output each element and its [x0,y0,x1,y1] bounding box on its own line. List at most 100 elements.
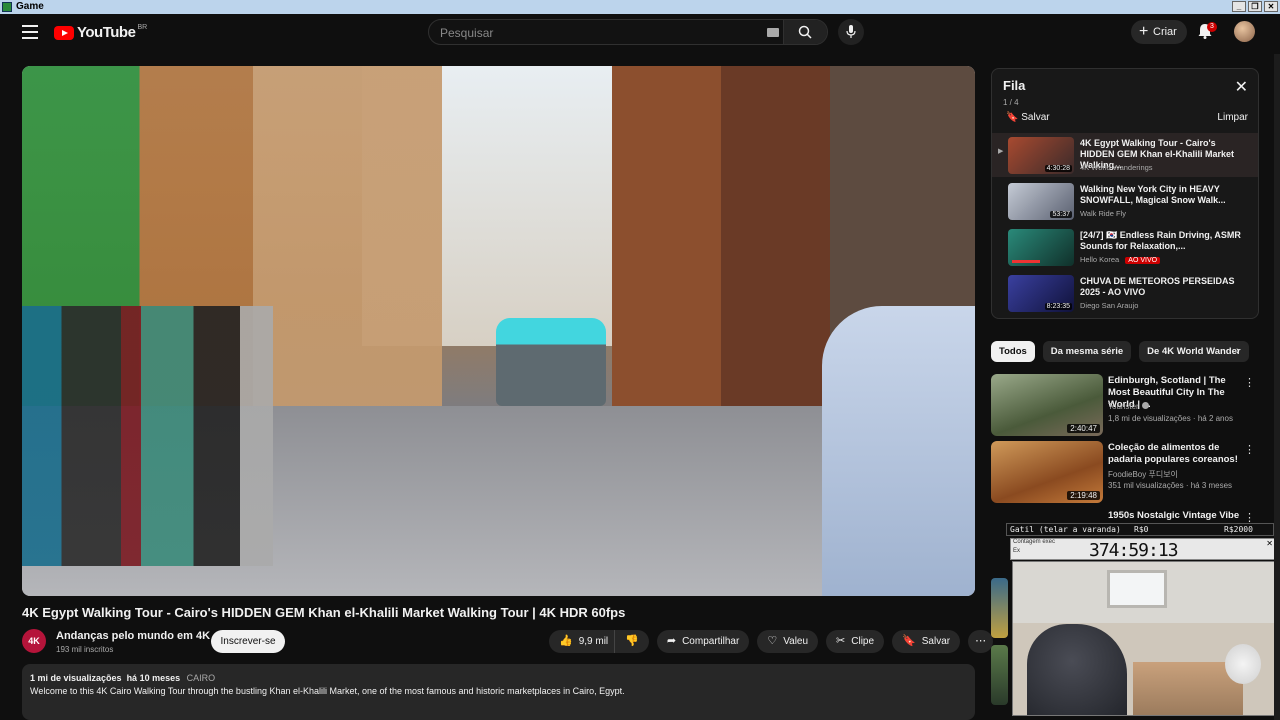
search-box[interactable]: Pesquisar [428,19,828,45]
channel-avatar[interactable]: 4K [22,629,46,653]
minimize-button[interactable]: _ [1232,1,1246,12]
more-vertical-icon[interactable]: ⋮ [1244,443,1255,456]
queue-duration: 8:23:35 [1044,303,1072,310]
search-icon [798,25,812,39]
timer-window-subtitle: Ex [1013,548,1021,554]
thanks-label: Valeu [783,636,809,647]
voice-search-button[interactable] [838,19,864,45]
video-title: 4K Egypt Walking Tour - Cairo's HIDDEN G… [22,605,626,620]
like-button[interactable]: 👍 9,9 mil [549,630,616,653]
queue-duration: 4:30:28 [1044,165,1072,172]
like-count: 9,9 mil [578,636,609,647]
recommendation-item[interactable]: 2:19:48 Coleção de alimentos de padaria … [991,441,1261,503]
subscribe-button[interactable]: Inscrever-se [211,630,285,653]
share-button[interactable]: ➦ Compartilhar [656,630,750,653]
recommendation-title: Coleção de alimentos de padaria populare… [1108,442,1238,465]
recommendation-item[interactable]: 1950s Nostalgic Vintage Vibe ⋮ [991,509,1261,524]
thanks-button[interactable]: ♡ Valeu [757,630,819,653]
queue-save-button[interactable]: 🔖 Salvar [1006,112,1050,123]
queue-item[interactable]: 8:23:35 CHUVA DE METEOROS PERSEIDAS 2025… [992,271,1258,315]
recommendation-channel[interactable]: FoodieBoy 푸디보이 [1108,469,1178,480]
description-box[interactable]: 1 mi de visualizações há 10 meses CAIRO … [22,664,975,720]
share-label: Compartilhar [682,636,740,647]
queue-item-channel[interactable]: Diego San Araujo [1080,301,1138,310]
thumbs-up-icon: 👍 [559,635,573,647]
timer-window-title: Contagem exec [1013,539,1056,545]
save-label: Salvar [921,636,951,647]
queue-item[interactable]: 53:37 Walking New York City in HEAVY SNO… [992,179,1258,223]
video-frame-person [822,306,975,596]
filter-chips: Todos Da mesma série De 4K World Wander [991,341,1249,362]
save-button[interactable]: 🔖 Salvar [892,630,961,653]
channel-name[interactable]: Andanças pelo mundo em 4K [56,630,210,642]
keyboard-icon[interactable] [767,28,779,37]
notification-count-badge: 3 [1207,22,1217,32]
queue-item-title: [24/7] 🇰🇷 Endless Rain Driving, ASMR Sou… [1080,230,1241,251]
recommendation-duration: 2:40:47 [1067,424,1100,433]
timer-window: Contagem exec Ex 374:59:13 ✕ [1010,538,1276,561]
queue-item[interactable]: ▶ 4:30:28 4K Egypt Walking Tour - Cairo'… [992,133,1258,177]
menu-icon[interactable] [22,25,38,39]
queue-item-channel[interactable]: Walk Ride Fly [1080,209,1126,218]
window-title: Game [16,1,44,12]
now-playing-icon: ▶ [998,148,1004,155]
donation-goal-bar: Gatil (telar a varanda) R$0 R$2000 [1006,523,1274,536]
thumbs-down-icon: 👎 [625,635,639,647]
recommendation-views: 1,8 mi de visualizações · há 2 anos [1108,414,1233,423]
logo-text: YouTube [77,24,136,41]
maximize-button[interactable]: ❐ [1248,1,1262,12]
view-count: 1 mi de visualizações [30,673,122,683]
recommendation-duration: 2:19:48 [1067,491,1100,500]
queue-clear-button[interactable]: Limpar [1217,112,1248,123]
description-text: Welcome to this 4K Cairo Walking Tour th… [30,686,625,696]
video-frame-car [496,318,606,406]
search-input[interactable]: Pesquisar [440,26,493,40]
channel-subscribers: 193 mil inscritos [56,645,114,654]
video-player[interactable] [22,66,975,596]
recommendation-item[interactable]: 2:40:47 Edinburgh, Scotland | The Most B… [991,374,1261,436]
queue-position: 1 / 4 [1003,98,1019,107]
more-vertical-icon[interactable]: ⋮ [1244,376,1255,389]
youtube-logo[interactable]: YouTube BR [54,24,147,41]
queue-item-channel-row: Hello Korea AO VIVO [1080,255,1161,264]
microphone-icon [846,25,856,38]
more-actions-button[interactable]: ⋯ [968,630,994,653]
recommendation-thumbnail: 2:19:48 [991,441,1103,503]
chip-all[interactable]: Todos [991,341,1035,362]
chip-from-channel[interactable]: De 4K World Wander [1139,341,1249,362]
close-icon[interactable]: ✕ [1266,539,1273,548]
queue-item-channel[interactable]: Hello Korea [1080,255,1119,264]
play-logo-icon [54,25,74,40]
chevron-right-icon[interactable]: › [1236,345,1240,357]
heart-dollar-icon: ♡ [767,635,778,647]
queue-item-title: Walking New York City in HEAVY SNOWFALL,… [1080,184,1226,205]
queue-thumbnail: 53:37 [1008,183,1074,220]
description-meta: 1 mi de visualizações há 10 meses CAIRO [30,673,967,683]
plus-icon: + [1139,23,1149,40]
recommendation-channel[interactable]: Tourister [1108,402,1139,411]
search-button[interactable] [783,20,827,44]
dislike-button[interactable]: 👎 [615,630,649,653]
webcam-overlay [1012,561,1276,716]
bookmark-icon: 🔖 [902,635,916,647]
region-code: BR [137,24,148,31]
recommendation-title: 1950s Nostalgic Vintage Vibe [1108,510,1240,521]
top-bar: YouTube BR Pesquisar + Criar 3 [0,14,1280,54]
window-controls: _ ❐ ✕ [1232,1,1278,12]
goal-label: Gatil (telar a varanda) [1010,525,1121,534]
scrollbar[interactable] [1274,54,1280,720]
chip-same-series[interactable]: Da mesma série [1042,341,1132,362]
create-label: Criar [1153,26,1177,38]
location-tag[interactable]: CAIRO [187,673,216,683]
queue-item[interactable]: [24/7] 🇰🇷 Endless Rain Driving, ASMR Sou… [992,225,1258,269]
clip-button[interactable]: ✂ Clipe [826,630,885,653]
webcam-person [1027,624,1127,715]
queue-item-channel[interactable]: 4K World Wanderings [1080,163,1153,172]
close-window-button[interactable]: ✕ [1264,1,1278,12]
user-avatar[interactable] [1234,21,1255,42]
upload-age: há 10 meses [126,673,181,683]
video-actions: 👍 9,9 mil 👎 ➦ Compartilhar ♡ Valeu ✂ Cli… [549,630,1001,653]
app-icon [2,2,12,12]
close-queue-icon[interactable]: ✕ [1235,77,1248,97]
create-button[interactable]: + Criar [1131,20,1187,44]
